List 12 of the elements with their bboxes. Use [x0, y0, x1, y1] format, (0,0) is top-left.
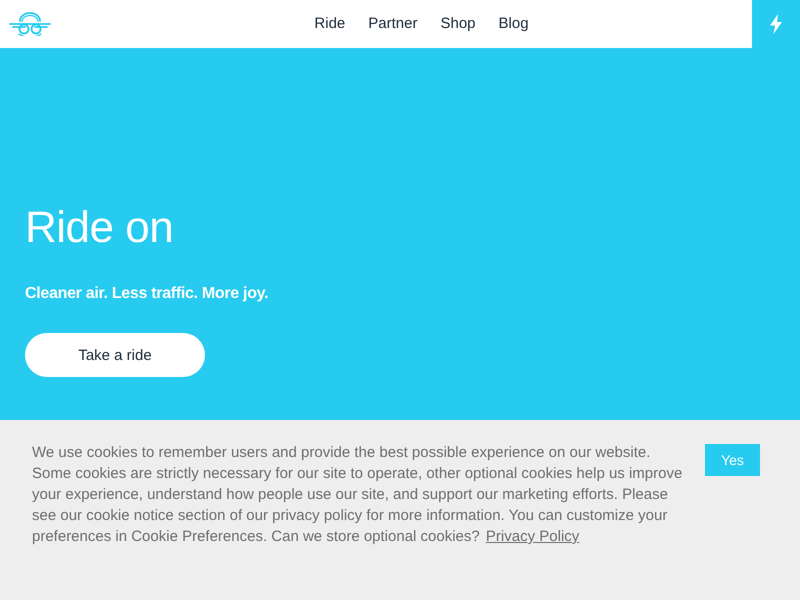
nav-link[interactable]: Blog — [498, 14, 529, 34]
nav-link[interactable]: Shop — [440, 14, 476, 34]
lightning-icon — [769, 14, 783, 34]
nav-link[interactable]: Partner — [368, 14, 418, 34]
nav-link[interactable]: Ride — [314, 14, 346, 34]
take-a-ride-button[interactable]: Take a ride — [25, 333, 205, 377]
hero-subtitle: Cleaner air. Less traffic. More joy. — [25, 284, 268, 304]
cookie-notice: We use cookies to remember users and provide the best possible experience on our website. Some cookies are strictly necessary for our site to operate, other optional cookies help us improve your experience, understand how people use our site, and support our marketing efforts. Please see our cookie notice section of our privacy policy for more information. You can customize your preferences in Cookie Preferences. Can we store optional cookies? Privacy Policy — [32, 443, 684, 547]
logo-icon[interactable] — [9, 12, 51, 36]
lightning-button[interactable] — [752, 0, 800, 48]
privacy-policy-link[interactable]: Privacy Policy — [486, 528, 580, 545]
hero-title: Ride on — [25, 202, 174, 254]
